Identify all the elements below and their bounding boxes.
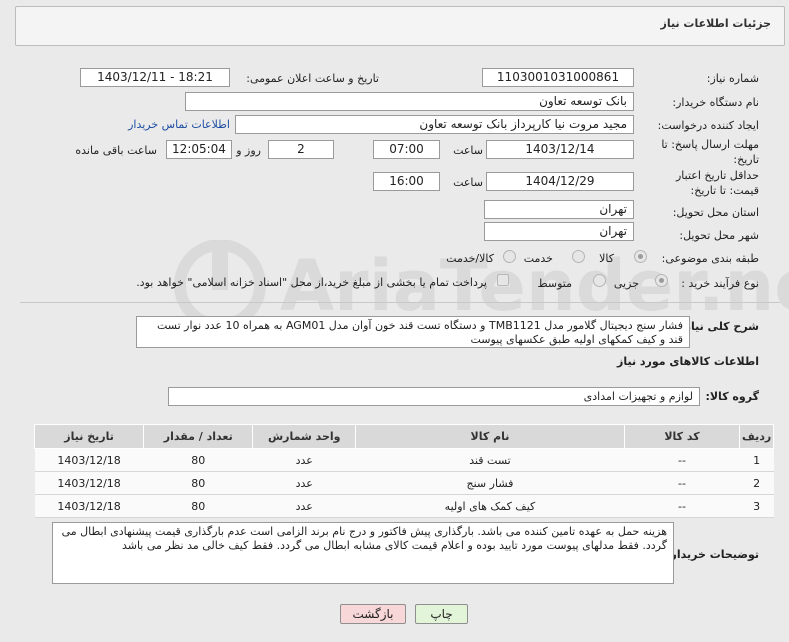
goods-group-label: گروه کالا: <box>705 390 759 403</box>
category-radio-service[interactable] <box>572 250 585 263</box>
creator-label: ایجاد کننده درخواست: <box>657 119 759 132</box>
validity-time-field: 16:00 <box>373 172 440 191</box>
days-field: 2 <box>268 140 334 159</box>
row-code: -- <box>624 471 740 495</box>
row-unit: عدد <box>252 471 356 495</box>
need-number-field: 1103001031000861 <box>482 68 634 87</box>
treasury-payment-note: پرداخت تمام یا بخشی از مبلغ خرید،از محل … <box>136 276 487 289</box>
category-label: طبقه بندی موضوعی: <box>661 252 759 265</box>
col-date: تاریخ نیاز <box>33 424 145 449</box>
row-name: تست قند <box>355 448 625 472</box>
row-date: 1403/12/18 <box>34 494 144 518</box>
table-row: 1 -- تست قند عدد 80 1403/12/18 <box>34 448 774 472</box>
province-field: تهران <box>484 200 634 219</box>
row-qty: 80 <box>143 471 253 495</box>
row-number: 2 <box>739 471 774 495</box>
col-unit: واحد شمارش <box>252 424 357 449</box>
validity-time-label: ساعت <box>453 176 483 189</box>
print-button[interactable]: چاپ <box>415 604 468 624</box>
category-radio-goods[interactable] <box>634 250 647 263</box>
purchase-option-minor: جزیی <box>613 277 639 290</box>
row-number: 3 <box>739 494 774 518</box>
validity-label: حداقل تاریخ اعتبار قیمت: تا تاریخ: <box>675 169 759 197</box>
announce-date-field: 1403/12/11 - 18:21 <box>80 68 230 87</box>
row-number: 1 <box>739 448 774 472</box>
summary-textarea: فشار سنج دیجیتال گلامور مدل TMB1121 و دس… <box>136 316 690 348</box>
province-label: استان محل تحویل: <box>672 206 759 219</box>
treasury-payment-checkbox[interactable] <box>497 274 509 286</box>
col-code: کد کالا <box>623 424 741 449</box>
row-unit: عدد <box>252 494 356 518</box>
row-unit: عدد <box>252 448 356 472</box>
row-name: کیف کمک های اولیه <box>355 494 625 518</box>
row-qty: 80 <box>143 448 253 472</box>
announce-date-label: تاریخ و ساعت اعلان عمومی: <box>246 72 379 85</box>
row-date: 1403/12/18 <box>34 448 144 472</box>
validity-date-field: 1404/12/29 <box>486 172 634 191</box>
goods-table-header: ردیف کد کالا نام کالا واحد شمارش تعداد /… <box>33 424 774 449</box>
city-label: شهر محل تحویل: <box>679 229 759 242</box>
back-button[interactable]: بازگشت <box>340 604 406 624</box>
purchase-type-label: نوع فرآیند خرید : <box>681 277 759 290</box>
buyer-notes-textarea: هزینه حمل به عهده تامین کننده می باشد. ب… <box>52 522 674 584</box>
col-qty: تعداد / مقدار <box>143 424 254 449</box>
col-row: ردیف <box>739 424 774 449</box>
goods-group-field: لوازم و تجهیزات امدادی <box>168 387 700 406</box>
deadline-time-label: ساعت <box>453 144 483 157</box>
need-number-label: شماره نیاز: <box>706 72 759 85</box>
creator-field: مجید مروت نیا کارپرداز بانک توسعه تعاون <box>235 115 634 134</box>
row-code: -- <box>624 494 740 518</box>
category-option-goods: کالا <box>599 252 614 265</box>
col-name: نام کالا <box>355 424 625 449</box>
deadline-date-field: 1403/12/14 <box>486 140 634 159</box>
section-divider <box>20 302 780 303</box>
remaining-label: ساعت باقی مانده <box>75 144 157 157</box>
buyer-notes-label: توضیحات خریدار: <box>666 548 759 561</box>
row-name: فشار سنج <box>355 471 625 495</box>
category-option-goods-service: کالا/خدمت <box>446 252 494 265</box>
deadline-time-field: 07:00 <box>373 140 440 159</box>
row-code: -- <box>624 448 740 472</box>
page-title: جزئیات اطلاعات نیاز <box>660 17 772 30</box>
goods-table: ردیف کد کالا نام کالا واحد شمارش تعداد /… <box>33 424 774 518</box>
buyer-contact-link[interactable]: اطلاعات تماس خریدار <box>128 118 230 131</box>
deadline-label: مهلت ارسال پاسخ: تا تاریخ: <box>661 138 759 166</box>
row-date: 1403/12/18 <box>34 471 144 495</box>
category-radio-goods-service[interactable] <box>503 250 516 263</box>
goods-section-title: اطلاعات کالاهای مورد نیاز <box>617 355 759 368</box>
remaining-time-field: 12:05:04 <box>166 140 232 159</box>
buyer-field: بانک توسعه تعاون <box>185 92 634 111</box>
purchase-radio-minor[interactable] <box>655 274 668 287</box>
city-field: تهران <box>484 222 634 241</box>
buyer-label: نام دستگاه خریدار: <box>672 96 759 109</box>
table-row: 2 -- فشار سنج عدد 80 1403/12/18 <box>34 471 774 495</box>
summary-label: شرح کلی نیاز: <box>680 320 759 333</box>
days-label: روز و <box>236 144 261 157</box>
purchase-radio-medium[interactable] <box>593 274 606 287</box>
table-row: 3 -- کیف کمک های اولیه عدد 80 1403/12/18 <box>34 494 774 518</box>
category-option-service: خدمت <box>523 252 553 265</box>
row-qty: 80 <box>143 494 253 518</box>
purchase-option-medium: متوسط <box>537 277 572 290</box>
